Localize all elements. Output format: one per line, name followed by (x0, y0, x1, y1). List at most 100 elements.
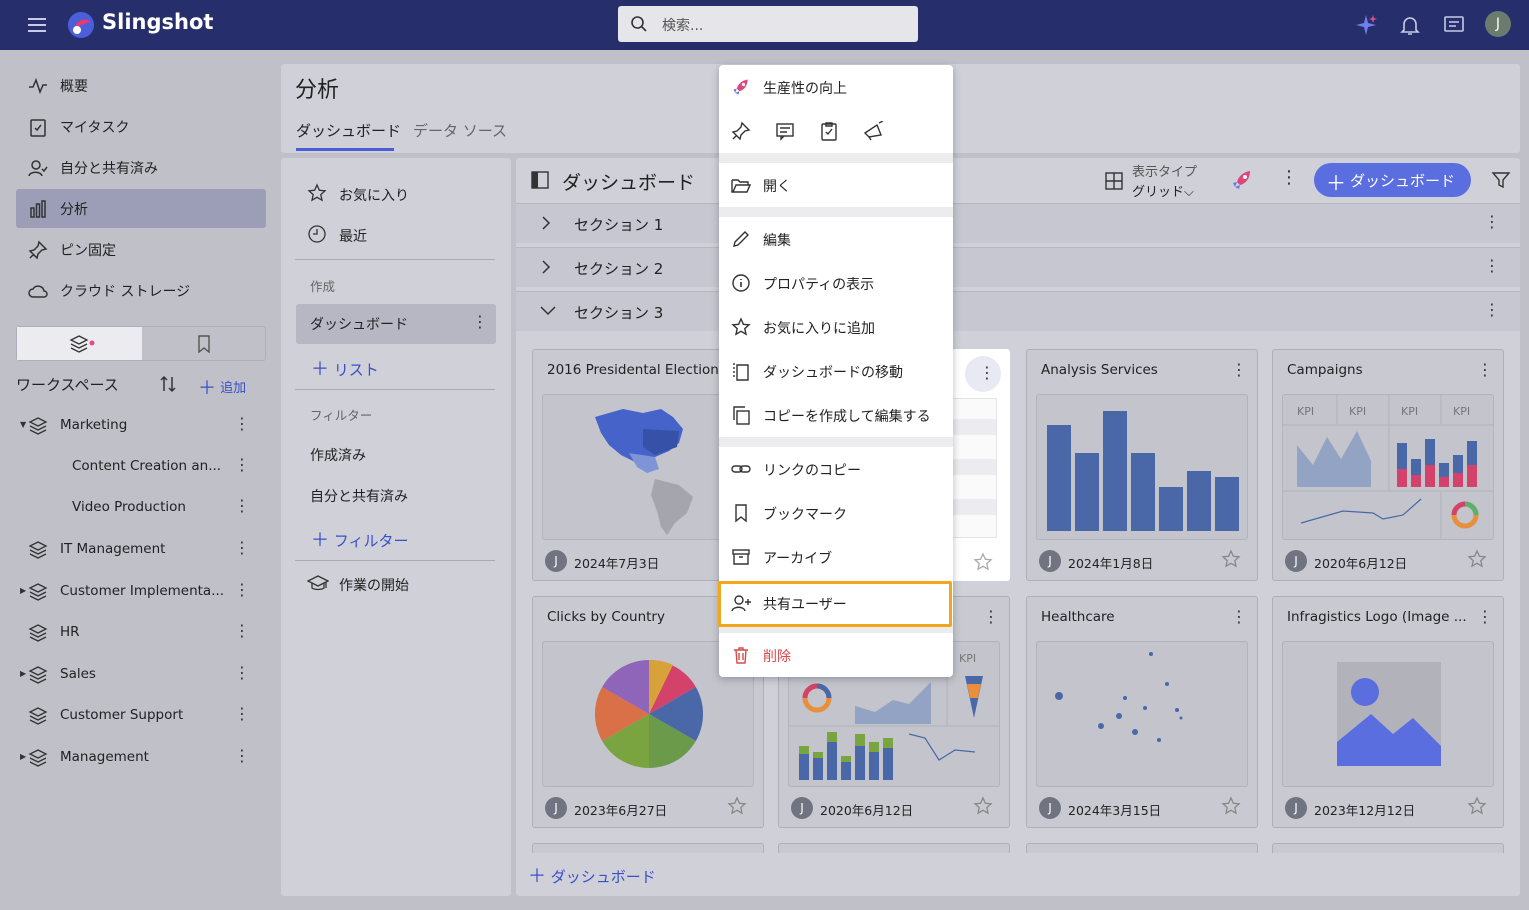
dashboard-card[interactable]: Infragistics Logo (Image ... ⋮ J 2023年12… (1272, 596, 1504, 828)
menu-item-open[interactable]: 開く (719, 163, 953, 207)
add-workspace-button[interactable]: ＋ 追加 (198, 374, 246, 400)
more-options-icon[interactable]: ⋮ (1484, 212, 1500, 231)
star-icon[interactable] (973, 552, 993, 572)
more-options-icon[interactable]: ⋮ (1231, 607, 1247, 626)
get-started-link[interactable]: 作業の開始 (339, 575, 409, 595)
workspace-item-content-creation[interactable]: Content Creation an... ⋮ (18, 449, 258, 485)
add-list-button[interactable]: ＋ リスト (311, 355, 379, 381)
favorites-link[interactable]: お気に入り (339, 185, 409, 205)
sidebar-toggle-icon[interactable] (530, 170, 550, 190)
dashboards-list-item[interactable]: ダッシュボード ⋮ (296, 304, 496, 344)
workspace-item-customer-implementation[interactable]: ▶ Customer Implementa... ⋮ (18, 574, 258, 610)
search-input[interactable]: 検索... (662, 15, 703, 35)
expand-caret-icon[interactable]: ▶ (20, 669, 26, 678)
more-options-icon[interactable]: ⋮ (1231, 360, 1247, 379)
move-icon (733, 363, 749, 381)
sort-icon[interactable] (158, 374, 178, 394)
menu-item-copy-link[interactable]: リンクのコピー (719, 447, 953, 491)
section-row-3[interactable]: セクション 3 ⋮ (516, 291, 1520, 331)
star-icon[interactable] (727, 796, 747, 816)
section-row-2[interactable]: セクション 2 ⋮ (516, 247, 1520, 287)
megaphone-icon[interactable] (863, 121, 885, 141)
more-options-icon[interactable]: ⋮ (1477, 360, 1493, 379)
hamburger-menu-icon[interactable] (26, 14, 48, 36)
expand-caret-icon[interactable]: ▶ (20, 586, 26, 595)
more-options-icon[interactable]: ⋮ (234, 538, 250, 557)
menu-item-add-favorite[interactable]: お気に入りに追加 (719, 305, 953, 349)
star-icon[interactable] (1221, 796, 1241, 816)
card-more-options-button[interactable]: ⋮ (965, 356, 1001, 392)
workspace-item-video-production[interactable]: Video Production ⋮ (18, 490, 258, 526)
nav-item-pinned[interactable]: ピン固定 (16, 230, 266, 269)
more-options-icon[interactable]: ⋮ (1280, 167, 1298, 188)
recent-link[interactable]: 最近 (339, 226, 367, 246)
menu-item-shared-users[interactable]: 共有ユーザー (718, 581, 952, 627)
more-options-icon[interactable]: ⋮ (234, 496, 250, 515)
workspace-item-hr[interactable]: HR ⋮ (18, 615, 258, 651)
notification-bell-icon[interactable] (1398, 13, 1422, 37)
workspace-item-marketing[interactable]: ▼ Marketing ⋮ (18, 408, 258, 444)
workspace-item-customer-support[interactable]: Customer Support ⋮ (18, 698, 258, 734)
view-type-dropdown[interactable]: グリッド⌵ (1132, 181, 1194, 200)
section-row-1[interactable]: セクション 1 ⋮ (516, 203, 1520, 243)
ai-sparkle-icon[interactable] (1354, 13, 1378, 37)
expand-caret-icon[interactable]: ▶ (20, 752, 26, 761)
more-options-icon[interactable]: ⋮ (234, 746, 250, 765)
dashboard-card[interactable]: Campaigns ⋮ KPI KPI KPI KPI J 2020年6月12日 (1272, 349, 1504, 581)
dashboard-card[interactable]: Analysis Services ⋮ J 2024年1月8日 (1026, 349, 1258, 581)
star-icon[interactable] (1467, 549, 1487, 569)
workspace-item-management[interactable]: ▶ Management ⋮ (18, 740, 258, 776)
star-icon[interactable] (1221, 549, 1241, 569)
workspace-item-it-management[interactable]: IT Management ⋮ (18, 532, 258, 568)
add-dashboard-bottom-button[interactable]: ＋ ダッシュボード (528, 862, 656, 888)
more-options-icon[interactable]: ⋮ (234, 414, 250, 433)
filter-shared-with-me[interactable]: 自分と共有済み (310, 486, 408, 506)
top-bar: Slingshot 検索... J (0, 0, 1529, 50)
rocket-icon[interactable] (1230, 168, 1254, 192)
nav-item-overview[interactable]: 概要 (16, 66, 266, 105)
nav-item-cloud-storage[interactable]: クラウド ストレージ (16, 271, 266, 310)
more-options-icon[interactable]: ⋮ (234, 621, 250, 640)
more-options-icon[interactable]: ⋮ (1484, 300, 1500, 319)
more-options-icon[interactable]: ⋮ (234, 455, 250, 474)
menu-item-copy-and-edit[interactable]: コピーを作成して編集する (719, 393, 953, 437)
dashboard-card[interactable]: Healthcare ⋮ J 2024年3月15日 (1026, 596, 1258, 828)
more-options-icon[interactable]: ⋮ (234, 704, 250, 723)
filter-icon[interactable] (1491, 170, 1511, 194)
user-shared-icon (28, 160, 48, 177)
more-options-icon[interactable]: ⋮ (234, 580, 250, 599)
menu-item-properties[interactable]: プロパティの表示 (719, 261, 953, 305)
star-icon[interactable] (1467, 796, 1487, 816)
nav-item-analytics[interactable]: 分析 (16, 189, 266, 228)
workspace-item-sales[interactable]: ▶ Sales ⋮ (18, 657, 258, 693)
star-icon[interactable] (973, 796, 993, 816)
folder-open-icon (731, 179, 751, 193)
expand-caret-icon[interactable]: ▼ (20, 420, 26, 429)
chat-icon[interactable] (1442, 13, 1466, 37)
filter-created[interactable]: 作成済み (310, 445, 366, 465)
tab-data-sources[interactable]: データ ソース (413, 120, 507, 141)
menu-item-edit[interactable]: 編集 (719, 217, 953, 261)
nav-item-my-tasks[interactable]: マイタスク (16, 107, 266, 146)
menu-item-bookmark[interactable]: ブックマーク (719, 491, 953, 535)
add-dashboard-button[interactable]: ＋ ダッシュボード (1314, 163, 1471, 197)
task-icon[interactable] (819, 121, 839, 141)
nav-item-shared-with-me[interactable]: 自分と共有済み (16, 148, 266, 187)
more-options-icon[interactable]: ⋮ (472, 312, 488, 331)
more-options-icon[interactable]: ⋮ (234, 663, 250, 682)
user-avatar[interactable]: J (1485, 11, 1511, 37)
grid-view-icon[interactable] (1104, 171, 1124, 191)
search-box[interactable]: 検索... (618, 6, 918, 42)
menu-item-archive[interactable]: アーカイブ (719, 535, 953, 579)
comment-icon[interactable] (775, 121, 795, 141)
tab-dashboards[interactable]: ダッシュボード (296, 120, 401, 141)
workspaces-tab[interactable] (17, 327, 142, 360)
bookmarks-tab[interactable] (142, 327, 266, 360)
add-filter-button[interactable]: ＋ フィルター (311, 526, 408, 552)
more-options-icon[interactable]: ⋮ (1484, 256, 1500, 275)
more-options-icon[interactable]: ⋮ (1477, 607, 1493, 626)
menu-item-delete[interactable]: 削除 (719, 633, 953, 677)
pin-icon[interactable] (731, 121, 751, 141)
more-options-icon[interactable]: ⋮ (983, 607, 999, 626)
menu-item-move[interactable]: ダッシュボードの移動 (719, 349, 953, 393)
